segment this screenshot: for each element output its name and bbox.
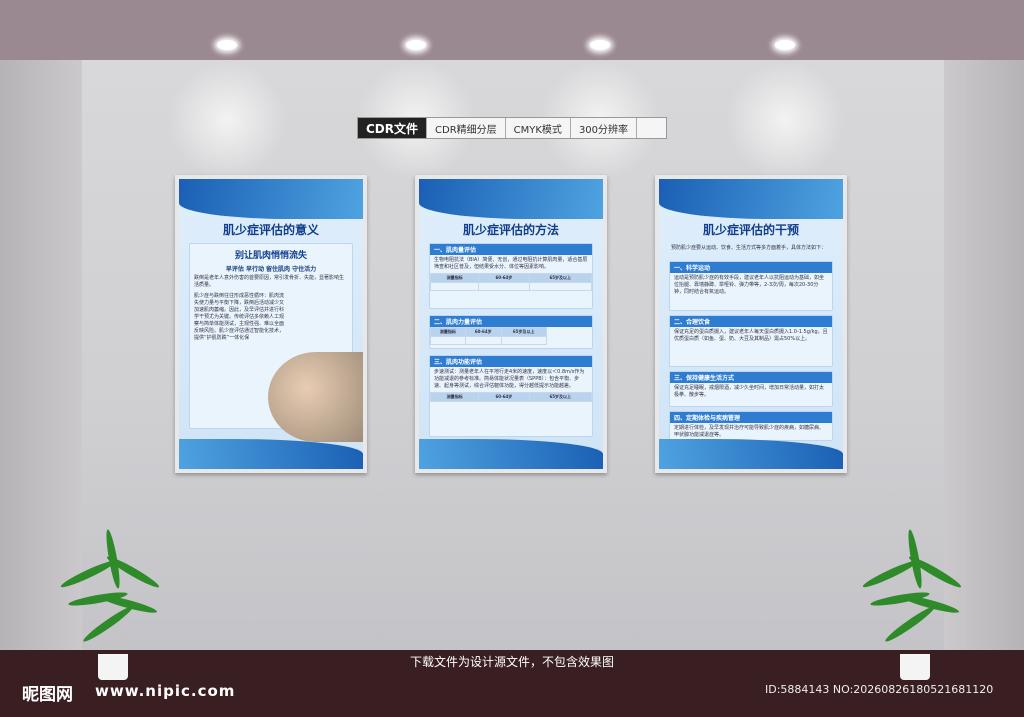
table-header: 65岁及以上 [528,392,593,402]
poster-title: 肌少症评估的干预 [702,223,799,237]
watermark-logo: 昵图网 [22,685,73,705]
data-table: 测量指标 60-64岁 65岁及以上 [430,327,547,345]
section-heading: 一、肌肉量评估 [430,244,592,255]
section-text: 运动是预防肌少症的有效手段，建议老年人以抗阻运动为基础，如坐位抬腿、靠墙静蹲、举… [674,275,825,295]
table-header: 测量指标 [430,327,466,337]
section-heading: 三、保持健康生活方式 [670,372,832,383]
wave-decoration [179,439,363,469]
poster-significance: 肌少症评估的意义 别让肌肉悄悄流失 早评估 早行动 留住肌肉 守住活力 跌倒是老… [175,175,367,473]
ceiling-light [217,40,237,50]
scene: CDR文件 CDR精细分层 CMYK模式 300分辨率 肌少症评估的意义 别让肌… [0,0,1024,717]
table-header: 65岁及以上 [500,327,547,337]
file-info-bar: CDR文件 CDR精细分层 CMYK模式 300分辨率 [357,117,667,139]
table-header: 测量指标 [429,273,480,283]
section-heading: 三、肌肉功能评估 [430,356,592,367]
section-text: 步速测试：测量老年人在平地行走4米的速度，速度以＜0.8m/s作为功能减退的参考… [434,369,585,389]
data-table: 测量指标 60-64岁 65岁及以上 [429,392,593,402]
section-heading: 一、科学运动 [670,262,832,273]
section-text: 生物电阻抗法（BIA）简便、无创，通过电阻抗计算肌肉量，适合基层筛查和社区普及，… [434,257,588,270]
poster-title: 肌少症评估的意义 [222,223,319,237]
card-slogan: 早评估 早行动 留住肌肉 守住活力 [225,266,317,273]
poster-methods: 肌少症评估的方法 一、肌肉量评估 生物电阻抗法（BIA）简便、无创，通过电阻抗计… [415,175,607,473]
paragraph: 跌倒是老年人意外伤害的首要原因，常引发骨折、失能，显著影响生活质量。 [194,275,345,288]
wave-decoration [419,179,603,219]
wave-decoration [419,439,603,469]
paragraph: 肌少症与跌倒往往形成恶性循环：肌肉流失使力量与平衡下降，跌倒后活动减少又加速肌肉… [194,293,285,341]
section-heading: 四、定期体检与疾病管理 [670,412,832,423]
section-card: 四、定期体检与疾病管理 定期进行体检，及早发现并治疗可能导致肌少症的疾病，如糖尿… [669,411,833,441]
tag-resolution: 300分辨率 [571,118,638,138]
light-glow [167,60,287,180]
table-header: 60-64岁 [464,327,502,337]
poster-intervention: 肌少症评估的干预 预防肌少症要从运动、饮食、生活方式等多方面着手，具体方法如下：… [655,175,847,473]
section-heading: 二、合理饮食 [670,316,832,327]
tag-cdr: CDR文件 [358,118,428,138]
section-card: 二、肌肉力量评估 测量指标 60-64岁 65岁及以上 [429,315,593,349]
light-glow [725,60,845,180]
elderly-photo [268,352,363,442]
ceiling-light [775,40,795,50]
content-card: 别让肌肉悄悄流失 早评估 早行动 留住肌肉 守住活力 跌倒是老年人意外伤害的首要… [189,243,363,442]
table-header: 60-64岁 [478,392,530,402]
card-heading: 别让肌肉悄悄流失 [234,251,307,261]
wave-decoration [179,179,363,219]
table-header: 测量指标 [429,392,480,402]
ceiling-light [590,40,610,50]
wave-decoration [659,439,843,469]
intro-text: 预防肌少症要从运动、饮食、生活方式等多方面着手，具体方法如下： [671,245,827,251]
section-heading: 二、肌肉力量评估 [430,316,592,327]
section-card: 三、保持健康生活方式 保证充足睡眠，戒烟限酒，减少久坐时间，增加日常活动量，如打… [669,371,833,407]
tag-layers: CDR精细分层 [427,118,506,138]
ceiling-light [406,40,426,50]
table-header: 60-64岁 [478,273,530,283]
wave-decoration [659,179,843,219]
section-card: 二、合理饮食 保证充足的蛋白质摄入，建议老年人每天蛋白质摄入1.0-1.5g/k… [669,315,833,367]
poster-title: 肌少症评估的方法 [462,223,559,237]
table-header: 65岁及以上 [528,273,593,283]
tag-cmyk: CMYK模式 [506,118,571,138]
section-card: 三、肌肉功能评估 步速测试：测量老年人在平地行走4米的速度，速度以＜0.8m/s… [429,355,593,437]
watermark-url: www.nipic.com [95,682,236,700]
watermark-id: ID:5884143 NO:20260826180521681120 [765,683,994,696]
ceiling [0,0,1024,60]
disclaimer-caption: 下载文件为设计源文件，不包含效果图 [409,655,614,669]
section-card: 一、科学运动 运动是预防肌少症的有效手段，建议老年人以抗阻运动为基础，如坐位抬腿… [669,261,833,311]
section-card: 一、肌肉量评估 生物电阻抗法（BIA）简便、无创，通过电阻抗计算肌肉量，适合基层… [429,243,593,309]
data-table: 测量指标 60-64岁 65岁及以上 [429,273,593,291]
section-text: 保证充足睡眠，戒烟限酒，减少久坐时间，增加日常活动量，如打太极拳、散步等。 [674,385,825,398]
section-text: 保证充足的蛋白质摄入，建议老年人每天蛋白质摄入1.0-1.5g/kg，且优质蛋白… [674,329,828,342]
